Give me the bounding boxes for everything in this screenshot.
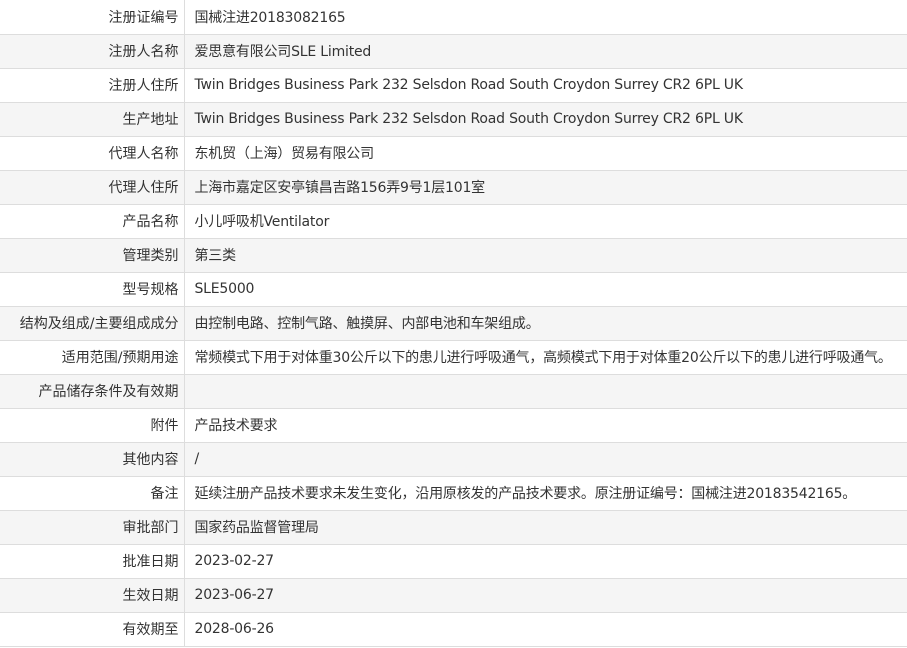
table-row-registrant-address: 注册人住所 Twin Bridges Business Park 232 Sel…: [0, 68, 907, 103]
field-value: 第三类: [184, 238, 907, 273]
table-row-structure-composition: 结构及组成/主要组成成分 由控制电路、控制气路、触摸屏、内部电池和车架组成。: [0, 306, 907, 341]
table-row-approval-date: 批准日期 2023-02-27: [0, 544, 907, 579]
field-value: 东机贸（上海）贸易有限公司: [184, 136, 907, 171]
field-value: SLE5000: [184, 272, 907, 307]
table-row-registration-number: 注册证编号 国械注进20183082165: [0, 0, 907, 35]
field-value: 延续注册产品技术要求未发生变化，沿用原核发的产品技术要求。原注册证编号：国械注进…: [184, 476, 907, 511]
field-label: 有效期至: [0, 612, 185, 647]
field-value: 上海市嘉定区安亭镇昌吉路156弄9号1层101室: [184, 170, 907, 205]
table-row-management-category: 管理类别 第三类: [0, 238, 907, 273]
field-value: 2023-02-27: [184, 544, 907, 579]
field-value: Twin Bridges Business Park 232 Selsdon R…: [184, 68, 907, 103]
field-label: 备注: [0, 476, 185, 511]
field-label: 审批部门: [0, 510, 185, 545]
field-label: 注册人住所: [0, 68, 185, 103]
field-label: 其他内容: [0, 442, 185, 477]
table-row-attachment: 附件 产品技术要求: [0, 408, 907, 443]
field-label: 代理人名称: [0, 136, 185, 171]
field-value: 爱思意有限公司SLE Limited: [184, 34, 907, 69]
field-label: 注册证编号: [0, 0, 185, 35]
field-value: 国家药品监督管理局: [184, 510, 907, 545]
registration-detail-table: 注册证编号 国械注进20183082165 注册人名称 爱思意有限公司SLE L…: [0, 0, 907, 647]
table-row-production-address: 生产地址 Twin Bridges Business Park 232 Sels…: [0, 102, 907, 137]
field-value: 产品技术要求: [184, 408, 907, 443]
field-value: 小儿呼吸机Ventilator: [184, 204, 907, 239]
field-value: 常频模式下用于对体重30公斤以下的患儿进行呼吸通气，高频模式下用于对体重20公斤…: [184, 340, 907, 375]
field-value: [184, 374, 907, 409]
table-row-expiry-date: 有效期至 2028-06-26: [0, 612, 907, 647]
field-label: 附件: [0, 408, 185, 443]
field-label: 代理人住所: [0, 170, 185, 205]
table-row-intended-use: 适用范围/预期用途 常频模式下用于对体重30公斤以下的患儿进行呼吸通气，高频模式…: [0, 340, 907, 375]
field-value: 由控制电路、控制气路、触摸屏、内部电池和车架组成。: [184, 306, 907, 341]
table-row-agent-name: 代理人名称 东机贸（上海）贸易有限公司: [0, 136, 907, 171]
table-row-remarks: 备注 延续注册产品技术要求未发生变化，沿用原核发的产品技术要求。原注册证编号：国…: [0, 476, 907, 511]
field-label: 产品储存条件及有效期: [0, 374, 185, 409]
field-label: 管理类别: [0, 238, 185, 273]
field-value: Twin Bridges Business Park 232 Selsdon R…: [184, 102, 907, 137]
field-label: 注册人名称: [0, 34, 185, 69]
field-label: 结构及组成/主要组成成分: [0, 306, 185, 341]
table-row-model-spec: 型号规格 SLE5000: [0, 272, 907, 307]
field-label: 批准日期: [0, 544, 185, 579]
table-row-effective-date: 生效日期 2023-06-27: [0, 578, 907, 613]
field-label: 适用范围/预期用途: [0, 340, 185, 375]
table-row-approval-department: 审批部门 国家药品监督管理局: [0, 510, 907, 545]
field-label: 生产地址: [0, 102, 185, 137]
field-value: 2028-06-26: [184, 612, 907, 647]
field-value: 2023-06-27: [184, 578, 907, 613]
table-row-storage-validity: 产品储存条件及有效期: [0, 374, 907, 409]
field-label: 生效日期: [0, 578, 185, 613]
field-label: 型号规格: [0, 272, 185, 307]
table-row-product-name: 产品名称 小儿呼吸机Ventilator: [0, 204, 907, 239]
table-row-registrant-name: 注册人名称 爱思意有限公司SLE Limited: [0, 34, 907, 69]
table-row-other-content: 其他内容 /: [0, 442, 907, 477]
field-label: 产品名称: [0, 204, 185, 239]
table-row-agent-address: 代理人住所 上海市嘉定区安亭镇昌吉路156弄9号1层101室: [0, 170, 907, 205]
field-value: /: [184, 442, 907, 477]
field-value: 国械注进20183082165: [184, 0, 907, 35]
